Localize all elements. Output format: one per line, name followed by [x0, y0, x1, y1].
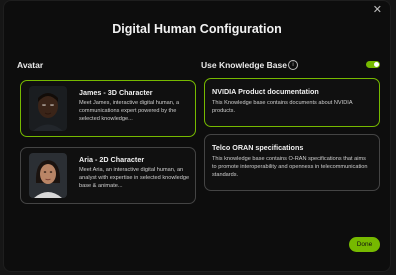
- aria-avatar-image: [29, 153, 67, 198]
- avatar-section-label: Avatar: [17, 60, 44, 70]
- kb-card-description: This Knowledge base contains documents a…: [212, 100, 353, 115]
- james-avatar-image: [29, 86, 67, 131]
- avatar-card-aria[interactable]: Aria - 2D Character Meet Aria, an intera…: [20, 147, 196, 204]
- knowledge-base-toggle[interactable]: [366, 61, 380, 68]
- kb-card-title: Telco ORAN specifications: [212, 143, 304, 152]
- dialog-title: Digital Human Configuration: [112, 22, 282, 36]
- toggle-knob: [374, 62, 379, 67]
- avatar-card-title: James - 3D Character: [79, 88, 153, 97]
- avatar-card-description: Meet James, interactive digital human, a…: [79, 100, 180, 123]
- avatar-card-james[interactable]: James - 3D Character Meet James, interac…: [20, 80, 196, 137]
- knowledge-section-label: Use Knowledge Base: [201, 60, 287, 70]
- config-dialog: ✕ Digital Human Configuration Avatar Jam…: [3, 0, 391, 272]
- kb-card-nvidia-docs[interactable]: NVIDIA Product documentation This Knowle…: [204, 78, 380, 127]
- kb-card-telco-oran[interactable]: Telco ORAN specifications This knowledge…: [204, 134, 380, 191]
- avatar-card-title: Aria - 2D Character: [79, 155, 145, 164]
- avatar-card-description: Meet Aria, an interactive digital human,…: [79, 167, 190, 190]
- close-icon[interactable]: ✕: [373, 5, 382, 16]
- kb-card-title: NVIDIA Product documentation: [212, 87, 319, 96]
- info-icon[interactable]: i: [288, 60, 298, 70]
- kb-card-description: This knowledge base contains O-RAN speci…: [212, 156, 368, 179]
- done-button[interactable]: Done: [349, 237, 380, 252]
